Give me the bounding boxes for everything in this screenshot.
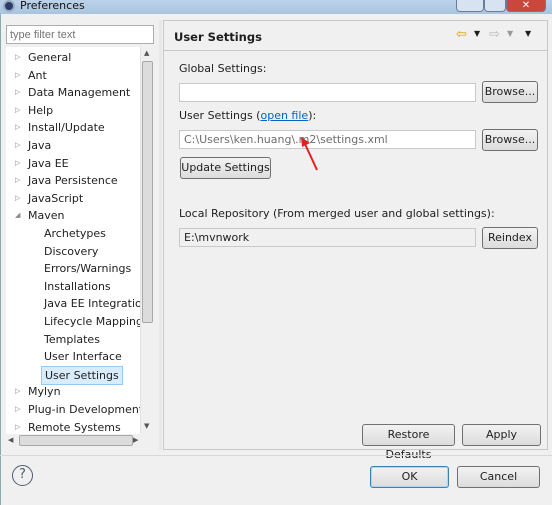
local-repository-field: E:\mvnwork	[179, 228, 476, 247]
scroll-up-icon[interactable]: ▲	[144, 49, 149, 57]
back-menu-icon[interactable]: ▼	[474, 29, 480, 38]
reindex-button[interactable]: Reindex	[482, 227, 538, 249]
collapsed-icon[interactable]: ▷	[15, 67, 20, 84]
hscroll-thumb[interactable]	[19, 435, 133, 446]
tree-item-label: Java EE Integration	[44, 297, 149, 311]
scroll-right-icon[interactable]: ▶	[133, 436, 138, 444]
tree-item-label: Java Persistence	[28, 174, 118, 188]
expanded-icon[interactable]: ◢	[15, 207, 20, 224]
open-file-link[interactable]: open file	[260, 109, 308, 122]
splitter[interactable]	[159, 20, 162, 450]
collapsed-icon[interactable]: ▷	[15, 137, 20, 154]
collapsed-icon[interactable]: ▷	[15, 172, 20, 189]
tree-item-label: Discovery	[44, 244, 99, 258]
tree-item-label: User Settings	[41, 365, 123, 385]
tree-item-label: Mylyn	[28, 385, 61, 399]
tree-item-label: Plug-in Development	[28, 403, 144, 416]
tree-item-label: Installations	[44, 279, 111, 293]
global-settings-field[interactable]	[179, 83, 476, 102]
tree-item-label: Help	[28, 103, 54, 117]
tree-item-label: Maven	[28, 209, 65, 223]
back-arrow-icon[interactable]: ⇦	[456, 27, 467, 42]
apply-button[interactable]: Apply	[462, 424, 541, 446]
close-button[interactable]: ✕	[506, 0, 546, 12]
scroll-left-icon[interactable]: ◀	[8, 436, 13, 444]
tree-item-label: Ant	[28, 68, 47, 82]
header-divider	[164, 50, 547, 51]
collapsed-icon[interactable]: ▷	[15, 401, 20, 418]
forward-arrow-icon[interactable]: ⇨	[489, 27, 500, 42]
tree-item-label: Lifecycle Mappings	[44, 315, 149, 328]
tree-item-label: Install/Update	[28, 121, 105, 135]
tree-horizontal-scrollbar[interactable]: ◀ ▶	[6, 434, 154, 448]
scroll-down-icon[interactable]: ▼	[144, 422, 149, 430]
title-bar: Preferences ✕	[0, 0, 552, 14]
collapsed-icon[interactable]: ▷	[15, 383, 20, 400]
user-browse-button[interactable]: Browse...	[482, 129, 538, 151]
tree-item-label: Errors/Warnings	[44, 262, 132, 276]
tree-item-label: Java EE	[28, 156, 69, 170]
red-arrow-annotation	[301, 137, 318, 171]
user-settings-label-end: ):	[308, 109, 317, 122]
tree-item-label: Archetypes	[44, 227, 106, 240]
tree-vertical-scrollbar[interactable]: ▲ ▼	[140, 47, 154, 434]
user-settings-label: User Settings (open file):	[179, 109, 316, 122]
collapsed-icon[interactable]: ▷	[15, 190, 20, 207]
filter-input[interactable]	[6, 25, 154, 44]
maximize-button[interactable]	[484, 0, 506, 12]
ok-button[interactable]: OK	[370, 466, 449, 488]
global-settings-label: Global Settings:	[179, 62, 267, 75]
collapsed-icon[interactable]: ▷	[15, 102, 20, 119]
user-settings-label-text: User Settings (	[179, 109, 261, 122]
local-repository-label: Local Repository (From merged user and g…	[179, 207, 495, 220]
collapsed-icon[interactable]: ▷	[15, 119, 20, 136]
tree-item-label: JavaScript	[28, 191, 84, 205]
cancel-button[interactable]: Cancel	[457, 466, 540, 488]
tree-item-label: Java	[28, 139, 52, 152]
scroll-thumb[interactable]	[142, 61, 153, 323]
restore-defaults-button[interactable]: Restore Defaults	[362, 424, 455, 461]
tree-item-label: General	[28, 51, 72, 64]
tree-item-label: Data Management	[28, 86, 131, 100]
minimize-button[interactable]	[456, 0, 484, 12]
update-settings-button[interactable]: Update Settings	[180, 157, 271, 179]
collapsed-icon[interactable]: ▷	[15, 155, 20, 172]
user-settings-field[interactable]: C:\Users\ken.huang\.m2\settings.xml	[179, 130, 476, 149]
eclipse-icon	[3, 0, 15, 12]
global-browse-button[interactable]: Browse...	[482, 81, 538, 103]
preference-tree: ▷ General ▷ Ant ▷ Data Management ▷ Help ▷ Instal…	[6, 47, 154, 434]
view-menu-icon[interactable]: ▼	[525, 29, 531, 38]
help-icon[interactable]: ?	[12, 465, 33, 486]
tree-item-label: Templates	[44, 332, 100, 346]
footer-divider	[0, 455, 552, 456]
window-title: Preferences	[20, 0, 85, 12]
forward-menu-icon[interactable]: ▼	[507, 29, 513, 38]
collapsed-icon[interactable]: ▷	[15, 49, 20, 66]
settings-page: User Settings ⇦ ▼ ⇨ ▼ ▼ Global Settings:…	[163, 20, 548, 461]
tree-item-label: User Interface	[44, 350, 122, 364]
page-title: User Settings	[174, 30, 262, 44]
collapsed-icon[interactable]: ▷	[15, 84, 20, 101]
